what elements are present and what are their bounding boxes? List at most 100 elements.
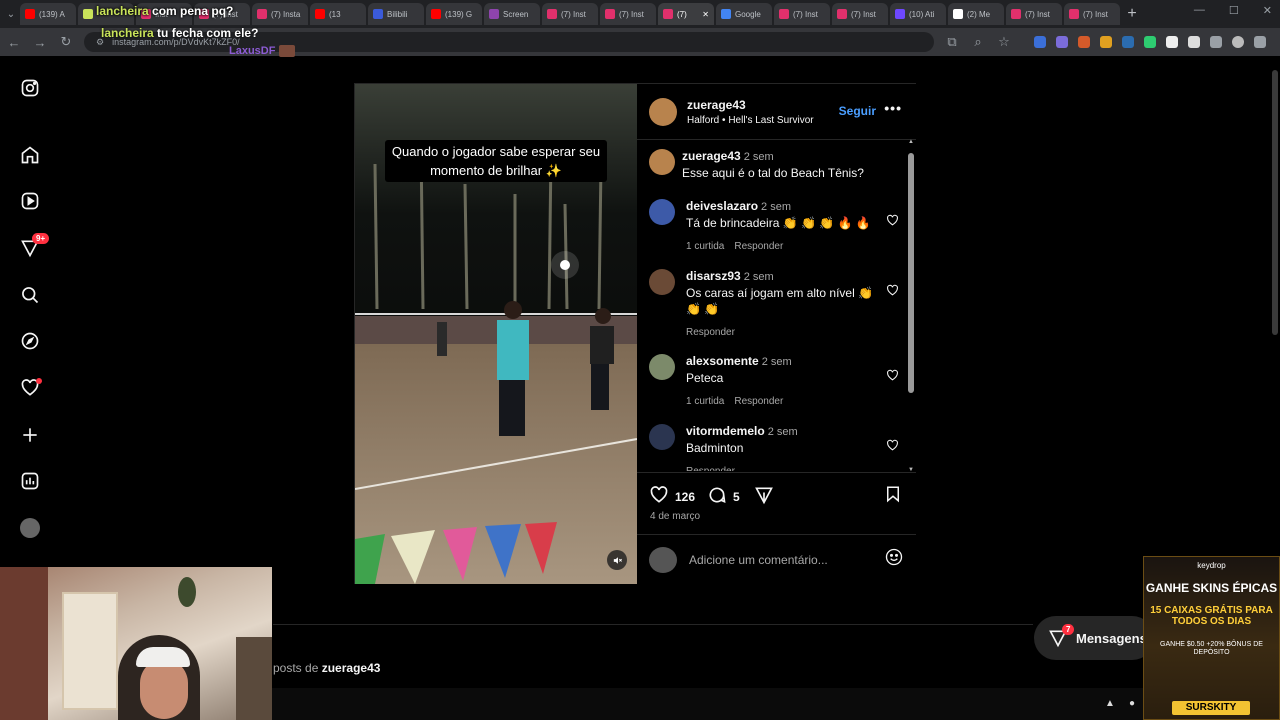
comment-avatar[interactable]	[649, 269, 675, 295]
browser-tab[interactable]: (7) Inst	[1064, 3, 1120, 25]
back-icon[interactable]: ←	[6, 35, 22, 50]
comment-like-heart-icon[interactable]	[886, 284, 899, 302]
extension-icon[interactable]	[1100, 36, 1112, 48]
mute-button[interactable]	[607, 550, 627, 570]
share-icon[interactable]	[754, 485, 774, 508]
comment-username[interactable]: alexsomente	[686, 354, 759, 368]
extension-icon[interactable]	[1034, 36, 1046, 48]
emoji-icon[interactable]	[884, 547, 904, 572]
comments-scrollbar[interactable]: ▲ ▼	[908, 139, 914, 473]
browser-tab[interactable]: (7) Inst	[774, 3, 830, 25]
notifications-heart-icon[interactable]	[18, 376, 42, 400]
profile-avatar[interactable]	[18, 516, 42, 540]
reply-button[interactable]: Responder	[734, 241, 783, 252]
menu-icon[interactable]	[1254, 36, 1266, 48]
post-audio[interactable]: Hell's Last Survivor	[728, 115, 813, 126]
new-tab-button[interactable]: +	[1122, 4, 1142, 24]
tab-favicon-icon	[373, 9, 383, 19]
browser-tab[interactable]: (7) Insta	[252, 3, 308, 25]
comment-like-heart-icon[interactable]	[886, 214, 899, 232]
comment-time: 2 sem	[743, 151, 774, 163]
comment-like-heart-icon[interactable]	[886, 369, 899, 387]
reply-button[interactable]: Responder	[686, 327, 735, 338]
comment-avatar[interactable]	[649, 149, 675, 175]
comments-list[interactable]: zuerage43 2 sem Esse aqui é o tal do Beac…	[637, 141, 916, 471]
comment-avatar[interactable]	[649, 354, 675, 380]
like-count[interactable]: 126	[675, 490, 695, 504]
comment-username[interactable]: vitormdemelo	[686, 424, 765, 438]
puzzle-icon[interactable]	[1210, 36, 1222, 48]
browser-tab[interactable]: Bilibili	[368, 3, 424, 25]
tab-favicon-icon	[1011, 9, 1021, 19]
home-icon[interactable]	[18, 143, 42, 167]
page-scrollbar[interactable]	[1272, 70, 1278, 335]
zoom-icon[interactable]: ⌕	[970, 34, 986, 50]
comment-username[interactable]: disarsz93	[686, 269, 741, 283]
extension-icon[interactable]	[1056, 36, 1068, 48]
microphone-icon[interactable]: ●	[1129, 698, 1135, 709]
post-actions: 126 5 4 de março	[637, 472, 916, 532]
reload-icon[interactable]: ↻	[58, 34, 74, 50]
bookmark-star-icon[interactable]: ☆	[996, 34, 1012, 50]
reels-icon[interactable]	[18, 189, 42, 213]
author-avatar[interactable]	[649, 97, 677, 126]
browser-tab[interactable]: Screen	[484, 3, 540, 25]
browser-tab[interactable]: (7) Inst	[832, 3, 888, 25]
post-location[interactable]: Halford	[687, 115, 719, 126]
comment-like-heart-icon[interactable]	[886, 439, 899, 457]
author-username[interactable]: zuerage43	[687, 98, 814, 112]
extension-icon[interactable]	[1166, 36, 1178, 48]
extension-icon[interactable]	[1078, 36, 1090, 48]
browser-tab[interactable]: (7) Inst	[600, 3, 656, 25]
browser-tab[interactable]: Google	[716, 3, 772, 25]
post-video[interactable]: Quando o jogador sabe esperar seu moment…	[355, 84, 637, 584]
minimize-icon[interactable]: —	[1194, 4, 1205, 17]
follow-button[interactable]: Seguir	[839, 104, 876, 118]
more-options-button[interactable]: •••	[884, 100, 902, 116]
tab-search-icon[interactable]: ⌄	[4, 9, 18, 20]
dashboard-icon[interactable]	[18, 469, 42, 493]
browser-tab[interactable]: (7) Inst	[542, 3, 598, 25]
comment-time: 2 sem	[761, 356, 792, 368]
scroll-thumb[interactable]	[908, 153, 914, 393]
search-icon[interactable]	[18, 283, 42, 307]
comment-avatar[interactable]	[649, 424, 675, 450]
create-plus-icon[interactable]	[18, 423, 42, 447]
cast-icon[interactable]: ⧉	[944, 34, 960, 50]
comment-avatar[interactable]	[649, 199, 675, 225]
extension-icon[interactable]	[1144, 36, 1156, 48]
browser-tab[interactable]: (10) Ati	[890, 3, 946, 25]
tab-favicon-icon	[663, 9, 673, 19]
save-bookmark-icon[interactable]	[884, 485, 902, 508]
reply-button[interactable]: Responder	[734, 396, 783, 407]
webcam-plant	[178, 577, 196, 607]
comment-likes[interactable]: 1 curtida	[686, 396, 724, 407]
comment-username[interactable]: deiveslazaro	[686, 199, 758, 213]
like-heart-icon[interactable]	[649, 485, 669, 508]
extension-icon[interactable]	[1122, 36, 1134, 48]
browser-tab[interactable]: (2) Me	[948, 3, 1004, 25]
reply-button[interactable]: Responder	[686, 466, 735, 471]
close-tab-icon[interactable]: ✕	[702, 10, 709, 19]
comment-username[interactable]: zuerage43	[682, 149, 741, 163]
forward-icon[interactable]: →	[32, 35, 48, 50]
messages-button[interactable]: 7 Mensagens	[1034, 616, 1154, 660]
instagram-logo-icon[interactable]	[18, 76, 42, 100]
chevron-up-icon[interactable]: ▲	[1105, 698, 1115, 709]
explore-compass-icon[interactable]	[18, 329, 42, 353]
browser-tab[interactable]: (7) Inst	[1006, 3, 1062, 25]
comment-icon[interactable]	[707, 485, 727, 508]
messages-nav-icon[interactable]: 9+	[18, 233, 50, 260]
browser-tab[interactable]: (139) A	[20, 3, 76, 25]
maximize-icon[interactable]: ☐	[1229, 4, 1239, 17]
add-comment-input[interactable]: Adicione um comentário...	[689, 553, 872, 567]
comment-likes[interactable]: 1 curtida	[686, 241, 724, 252]
browser-tab[interactable]: (13	[310, 3, 366, 25]
profile-icon[interactable]	[1232, 36, 1244, 48]
more-posts-user[interactable]: zuerage43	[322, 661, 381, 675]
browser-tab[interactable]: (139) G	[426, 3, 482, 25]
browser-tab[interactable]: (7) ✕	[658, 3, 714, 25]
extension-icon[interactable]	[1188, 36, 1200, 48]
chat-message: com pena pq?	[152, 4, 234, 18]
close-window-icon[interactable]: ✕	[1263, 4, 1272, 17]
